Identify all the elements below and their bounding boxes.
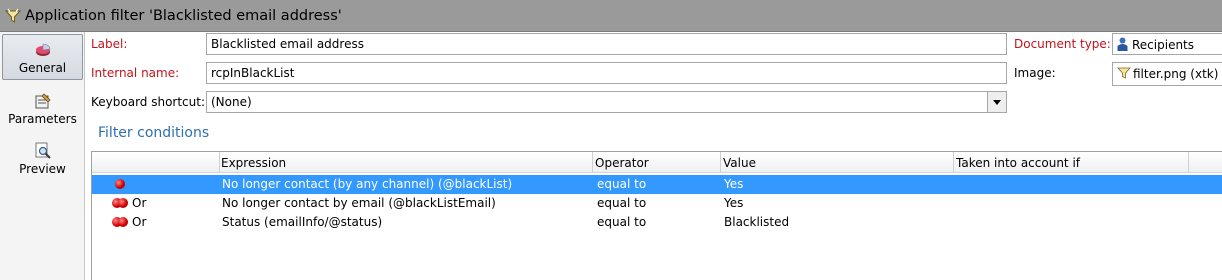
grid-header: Expression Operator Value Taken into acc…	[92, 152, 1222, 173]
pie-chart-icon	[34, 41, 52, 59]
table-row[interactable]: No longer contact (by any channel) (@bla…	[92, 175, 1222, 194]
sidebar-item-label: Preview	[19, 162, 66, 176]
internal-name-field-label: Internal name:	[91, 66, 180, 80]
column-header-operator[interactable]: Operator	[595, 156, 649, 170]
table-row[interactable]: Or No longer contact by email (@blackLis…	[92, 194, 1222, 213]
recipient-person-icon	[1117, 37, 1128, 51]
image-field-label: Image:	[1014, 66, 1056, 80]
label-field-label: Label:	[91, 37, 128, 51]
sidebar-item-preview[interactable]: Preview	[2, 134, 83, 180]
row-prefix: Or	[132, 215, 147, 229]
dropdown-arrow-icon[interactable]	[987, 92, 1006, 112]
column-divider	[953, 152, 954, 172]
image-file-icon	[1117, 66, 1131, 80]
row-expression: Status (emailInfo/@status)	[222, 215, 383, 229]
sidebar-item-label: Parameters	[8, 112, 77, 126]
sidebar-item-general[interactable]: General	[2, 34, 83, 80]
keyboard-shortcut-select[interactable]: (None)	[206, 91, 1007, 113]
sidebar-item-label: General	[18, 61, 67, 75]
column-divider	[219, 152, 220, 172]
keyboard-shortcut-value: (None)	[211, 95, 252, 109]
sidebar: General Parameters Preview	[0, 32, 85, 280]
condition-red-dot-icon	[115, 179, 125, 189]
row-expression: No longer contact (by any channel) (@bla…	[222, 177, 513, 191]
column-header-taken-into-account-if[interactable]: Taken into account if	[956, 156, 1080, 170]
document-type-field-label: Document type:	[1014, 37, 1111, 51]
column-header-expression[interactable]: Expression	[221, 156, 286, 170]
row-value: Blacklisted	[724, 215, 790, 229]
document-type-value: Recipients	[1132, 38, 1195, 52]
filter-conditions-title: Filter conditions	[98, 125, 210, 141]
title-bar: Application filter 'Blacklisted email ad…	[0, 0, 1222, 32]
internal-name-input[interactable]: rcpInBlackList	[206, 62, 1007, 84]
sidebar-item-parameters[interactable]: Parameters	[2, 84, 83, 130]
column-divider	[592, 152, 593, 172]
preview-magnifier-icon	[34, 142, 52, 160]
row-operator: equal to	[597, 177, 647, 191]
keyboard-shortcut-field-label: Keyboard shortcut:	[91, 95, 206, 109]
parameters-icon	[34, 92, 52, 110]
image-input[interactable]: filter.png (xtk)	[1112, 62, 1222, 86]
condition-red-dot-icon	[118, 217, 128, 227]
table-row[interactable]: Or Status (emailInfo/@status) equal to B…	[92, 213, 1222, 232]
window-title: Application filter 'Blacklisted email ad…	[25, 7, 342, 24]
row-operator: equal to	[597, 215, 647, 229]
filter-conditions-grid: Expression Operator Value Taken into acc…	[91, 151, 1222, 280]
column-header-value[interactable]: Value	[723, 156, 756, 170]
filter-app-icon	[4, 8, 22, 24]
row-prefix: Or	[132, 196, 147, 210]
condition-red-dot-icon	[118, 198, 128, 208]
column-divider	[720, 152, 721, 172]
label-input[interactable]: Blacklisted email address	[206, 33, 1007, 55]
document-type-input[interactable]: Recipients	[1112, 33, 1222, 55]
row-expression: No longer contact by email (@blackListEm…	[222, 196, 496, 210]
image-value: filter.png (xtk)	[1133, 67, 1219, 81]
row-operator: equal to	[597, 196, 647, 210]
row-value: Yes	[724, 177, 744, 191]
column-divider	[1188, 152, 1189, 172]
row-value: Yes	[724, 196, 744, 210]
